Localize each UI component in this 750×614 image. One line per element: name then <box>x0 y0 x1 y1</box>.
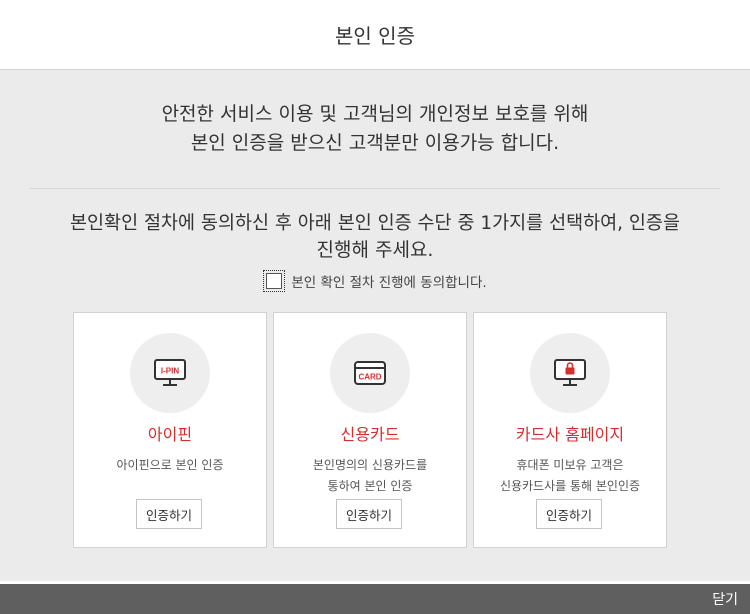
card-company-verify-button[interactable]: 인증하기 <box>536 499 602 529</box>
method-card-card-company: 카드사 홈페이지 휴대폰 미보유 고객은 신용카드사를 통해 본인인증 인증하기 <box>473 312 667 548</box>
agreement-label[interactable]: 본인 확인 절차 진행에 동의합니다. <box>291 271 486 291</box>
desc-line-2: 신용카드사를 통해 본인인증 <box>499 479 641 493</box>
lock-monitor-icon <box>554 359 586 386</box>
instruction-line-1: 본인확인 절차에 동의하신 후 아래 본인 인증 수단 중 1가지를 선택하여,… <box>70 213 680 234</box>
method-icon-circle: I-PIN <box>130 333 210 413</box>
intro-text: 안전한 서비스 이용 및 고객님의 개인정보 보호를 위해 본인 인증을 받으신… <box>0 100 750 158</box>
main-content: 안전한 서비스 이용 및 고객님의 개인정보 보호를 위해 본인 인증을 받으신… <box>0 70 750 581</box>
method-title: 아이핀 <box>147 425 193 444</box>
method-title: 카드사 홈페이지 <box>515 425 625 444</box>
ipin-verify-button[interactable]: 인증하기 <box>136 499 202 529</box>
close-button[interactable]: 닫기 <box>712 589 738 609</box>
method-title: 신용카드 <box>340 425 400 444</box>
ipin-monitor-icon: I-PIN <box>154 359 186 386</box>
checkbox-box <box>266 273 283 289</box>
intro-line-2: 본인 인증을 받으신 고객분만 이용가능 합니다. <box>190 132 560 154</box>
instruction-text: 본인확인 절차에 동의하신 후 아래 본인 인증 수단 중 1가지를 선택하여,… <box>40 210 710 264</box>
agreement-row: 본인 확인 절차 진행에 동의합니다. <box>0 270 750 292</box>
method-card-credit-card: CARD 신용카드 본인명의의 신용카드를 통하여 본인 인증 인증하기 <box>273 312 467 548</box>
footer-bar: 닫기 <box>0 581 750 614</box>
method-description: 본인명의의 신용카드를 통하여 본인 인증 <box>274 455 466 497</box>
credit-card-verify-button[interactable]: 인증하기 <box>336 499 402 529</box>
ipin-icon-text: I-PIN <box>161 367 179 376</box>
method-icon-circle: CARD <box>330 333 410 413</box>
desc-line-2: 통하여 본인 인증 <box>327 479 413 493</box>
header-bar: 본인 인증 <box>0 0 750 70</box>
method-card-ipin: I-PIN 아이핀 아이핀으로 본인 인증 인증하기 <box>73 312 267 548</box>
instruction-line-2: 진행해 주세요. <box>316 239 434 261</box>
method-description: 휴대폰 미보유 고객은 신용카드사를 통해 본인인증 <box>474 455 666 497</box>
agreement-checkbox[interactable] <box>263 270 286 292</box>
card-icon-text: CARD <box>358 373 381 382</box>
desc-line-1: 휴대폰 미보유 고객은 <box>516 458 624 472</box>
divider <box>30 188 720 189</box>
method-description: 아이핀으로 본인 인증 <box>74 455 266 476</box>
page-title: 본인 인증 <box>335 24 415 48</box>
intro-line-1: 안전한 서비스 이용 및 고객님의 개인정보 보호를 위해 <box>161 103 589 125</box>
credit-card-icon: CARD <box>354 361 386 385</box>
desc-line-1: 아이핀으로 본인 인증 <box>116 458 224 472</box>
method-icon-circle <box>530 333 610 413</box>
desc-line-1: 본인명의의 신용카드를 <box>312 458 428 472</box>
